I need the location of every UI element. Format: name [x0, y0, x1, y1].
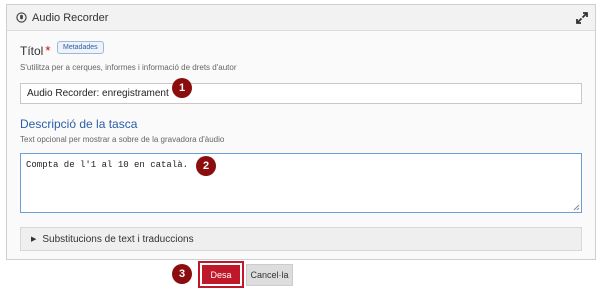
expand-icon[interactable] — [575, 11, 589, 25]
title-help-text: S'utilitza per a cerques, informes i inf… — [20, 63, 237, 72]
title-label-text: Títol — [20, 44, 44, 58]
panel-header: Audio Recorder — [7, 5, 595, 31]
step-marker-2: 2 — [196, 156, 216, 176]
metadata-badge[interactable]: Metadades — [57, 41, 104, 54]
resize-handle-icon[interactable] — [573, 204, 580, 211]
title-input[interactable]: Audio Recorder: enregistrament — [20, 83, 582, 104]
caret-right-icon: ▶ — [31, 236, 37, 243]
title-label: Títol * — [20, 43, 50, 58]
text-substitutions-accordion[interactable]: ▶ Substitucions de text i traduccions — [20, 227, 582, 251]
cancel-button[interactable]: Cancel·la — [246, 264, 293, 286]
accordion-label: Substitucions de text i traduccions — [42, 233, 194, 245]
microphone-icon — [15, 12, 27, 24]
required-mark: * — [45, 43, 51, 58]
description-help-text: Text opcional per mostrar a sobre de la … — [20, 135, 225, 144]
description-label: Descripció de la tasca — [20, 117, 138, 131]
step-marker-3: 3 — [172, 264, 192, 284]
description-value: Compta de l'1 al 10 en català. — [26, 160, 189, 170]
save-button[interactable]: Desa — [202, 265, 240, 284]
panel-title: Audio Recorder — [32, 11, 109, 24]
editor-panel: Audio Recorder Títol * Metadades S'utilit… — [6, 4, 596, 260]
save-button-highlight: Desa — [198, 261, 244, 288]
description-textarea[interactable]: Compta de l'1 al 10 en català. — [20, 153, 582, 213]
step-marker-1: 1 — [172, 78, 192, 98]
